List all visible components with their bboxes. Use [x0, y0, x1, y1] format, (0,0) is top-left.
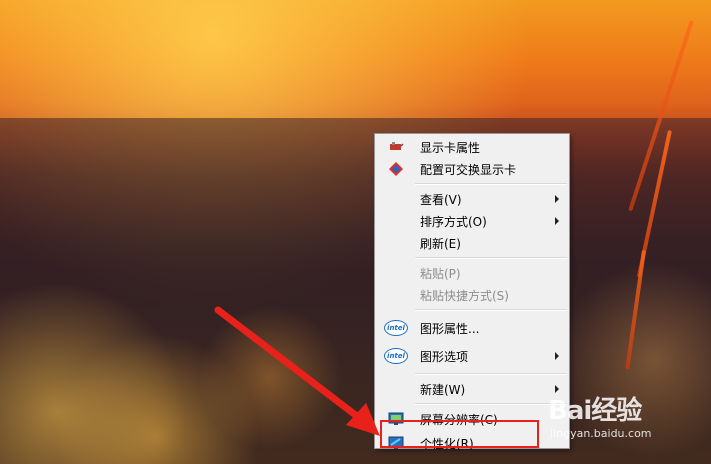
menu-item-new[interactable]: 新建(W)	[375, 378, 569, 400]
menu-item-paste-shortcut: 粘贴快捷方式(S)	[375, 284, 569, 306]
menu-separator	[415, 309, 567, 311]
menu-item-label: 屏幕分辨率(C)	[420, 412, 498, 427]
menu-item-switchable-graphics[interactable]: 配置可交换显示卡	[375, 158, 569, 180]
baidu-watermark: Bai经验 jingyan.baidu.com	[548, 390, 711, 450]
display-resolution-icon	[384, 410, 408, 428]
submenu-arrow-icon	[555, 195, 559, 203]
watermark-url: jingyan.baidu.com	[550, 427, 652, 440]
menu-item-label: 配置可交换显示卡	[420, 162, 517, 177]
menu-item-paste: 粘贴(P)	[375, 262, 569, 284]
menu-item-graphics-options[interactable]: intel 图形选项	[375, 342, 569, 370]
watermark-logo: Bai经验	[548, 396, 642, 426]
menu-item-label: 粘贴快捷方式(S)	[420, 288, 509, 303]
menu-item-label: 粘贴(P)	[420, 266, 461, 281]
graphics-card-icon	[384, 138, 408, 156]
intel-icon: intel	[384, 319, 408, 337]
menu-item-label: 图形选项	[420, 349, 469, 364]
menu-item-label: 个性化(R)	[420, 436, 474, 451]
submenu-arrow-icon	[555, 352, 559, 360]
menu-separator	[415, 183, 567, 185]
menu-item-label: 显示卡属性	[420, 140, 481, 155]
menu-item-sort-by[interactable]: 排序方式(O)	[375, 210, 569, 232]
menu-item-label: 查看(V)	[420, 192, 462, 207]
switchable-graphics-icon	[384, 160, 408, 178]
intel-icon: intel	[384, 347, 408, 365]
menu-item-refresh[interactable]: 刷新(E)	[375, 232, 569, 254]
menu-item-screen-resolution[interactable]: 屏幕分辨率(C)	[375, 408, 569, 430]
submenu-arrow-icon	[555, 217, 559, 225]
menu-item-personalize[interactable]: 个性化(R)	[375, 430, 569, 456]
menu-item-graphics-properties-intel[interactable]: intel 图形属性...	[375, 314, 569, 342]
menu-item-label: 刷新(E)	[420, 236, 461, 251]
menu-item-label: 排序方式(O)	[420, 214, 487, 229]
menu-item-view[interactable]: 查看(V)	[375, 188, 569, 210]
menu-separator	[415, 373, 567, 375]
menu-item-graphics-properties[interactable]: 显示卡属性	[375, 136, 569, 158]
menu-item-label: 新建(W)	[420, 382, 466, 397]
personalize-icon	[384, 434, 408, 452]
menu-separator	[415, 403, 567, 405]
menu-item-label: 图形属性...	[420, 321, 480, 336]
menu-separator	[415, 257, 567, 259]
desktop-context-menu: 显示卡属性 配置可交换显示卡 查看(V) 排序方式(O) 刷新(E) 粘贴(P)…	[374, 133, 570, 451]
